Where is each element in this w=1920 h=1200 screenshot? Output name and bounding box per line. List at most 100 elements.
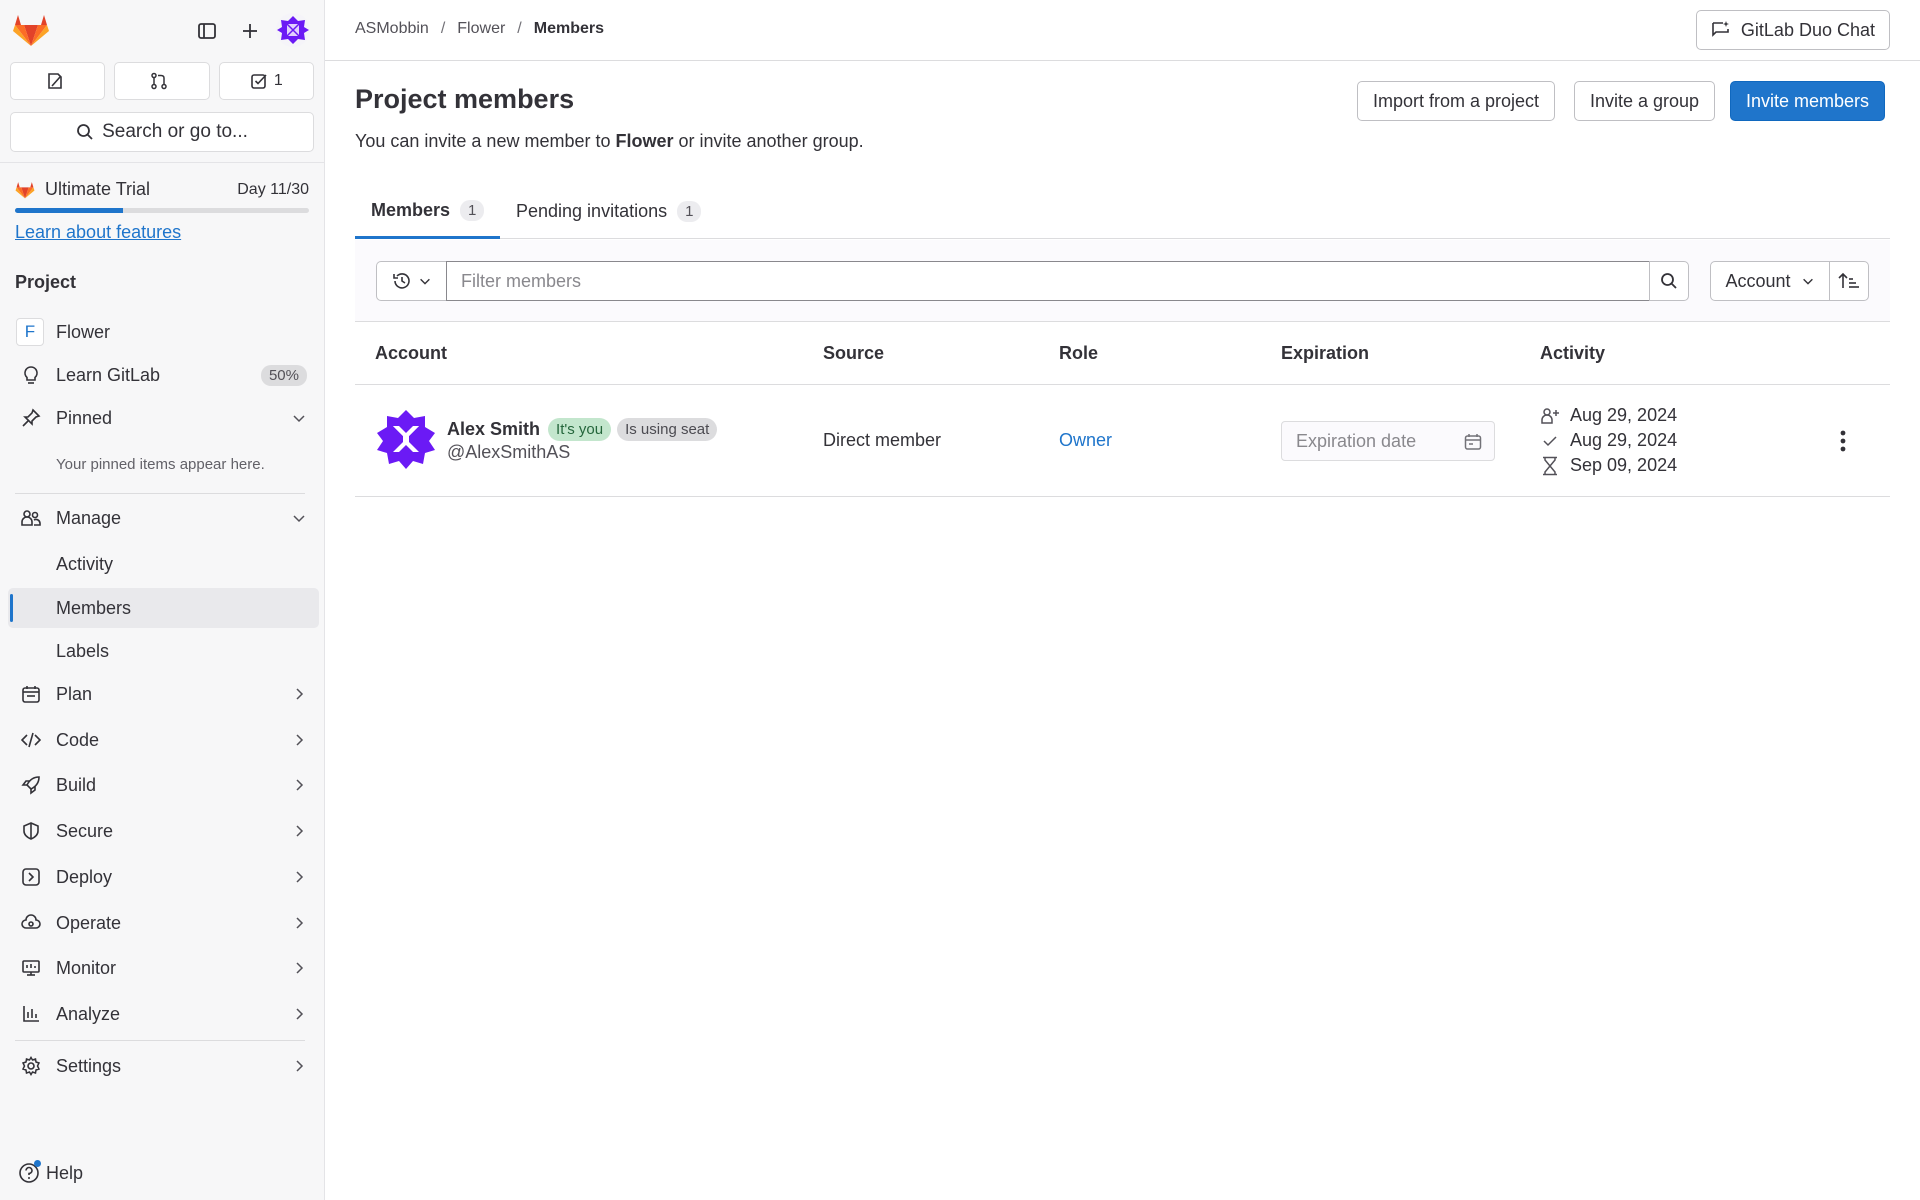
duo-chat-icon: [1711, 20, 1731, 40]
search-icon: [1660, 272, 1678, 290]
duo-chat-label: GitLab Duo Chat: [1740, 19, 1875, 40]
sidebar-item-learn-gitlab[interactable]: Learn GitLab 50%: [8, 355, 319, 395]
access-granted-date: Aug 29, 2024: [1570, 430, 1678, 450]
chevron-right-icon: [291, 823, 307, 839]
gitlab-duo-chat-button[interactable]: GitLab Duo Chat: [1695, 10, 1890, 50]
member-role-link[interactable]: Owner: [1059, 430, 1112, 451]
user-plus-icon: [1540, 407, 1560, 425]
page-title: Project members: [355, 84, 575, 114]
sidebar-item-activity[interactable]: Activity: [8, 544, 319, 584]
sidebar-item-label: Labels: [56, 640, 110, 661]
chevron-right-icon: [291, 732, 307, 748]
chevron-right-icon: [291, 869, 307, 885]
sidebar-item-flower[interactable]: F Flower: [8, 312, 319, 352]
sidebar-toggle-icon[interactable]: [189, 13, 225, 49]
sidebar-item-members[interactable]: Members: [8, 588, 319, 628]
tab-pending-invitations[interactable]: Pending invitations 1: [500, 184, 717, 239]
tab-count: 1: [677, 201, 702, 222]
divider: [15, 493, 305, 494]
tab-count: 1: [460, 199, 485, 221]
recent-searches-button[interactable]: [376, 261, 446, 301]
page-description-prefix: You can invite a new member to: [355, 131, 616, 151]
question-icon: [18, 1160, 41, 1184]
sidebar-item-code[interactable]: Code: [8, 720, 319, 760]
sidebar-item-plan[interactable]: Plan: [8, 674, 319, 714]
sidebar-item-label: Pinned: [56, 407, 113, 428]
chevron-down-icon: [291, 510, 307, 526]
its-you-badge: It's you: [548, 418, 612, 441]
sidebar-item-label: Plan: [56, 683, 93, 704]
filter-search-button[interactable]: [1649, 261, 1689, 301]
sidebar-item-operate[interactable]: Operate: [8, 903, 319, 943]
sidebar-item-pinned[interactable]: Pinned: [8, 398, 319, 438]
chevron-down-icon: [1801, 274, 1815, 288]
column-header-role: Role: [1059, 343, 1099, 363]
breadcrumb-group[interactable]: ASMobbin: [355, 20, 429, 38]
breadcrumb-current[interactable]: Members: [534, 20, 604, 38]
sidebar-item-manage[interactable]: Manage: [8, 498, 319, 538]
expiration-placeholder: Expiration date: [1296, 430, 1417, 451]
top-bar: ASMobbin / Flower / Members GitLab Duo C…: [325, 0, 1920, 61]
search-icon: [76, 123, 94, 141]
issues-count-button[interactable]: [10, 62, 106, 100]
last-activity-date: Sep 09, 2024: [1570, 455, 1678, 475]
members-table-header: Account Source Role Expiration Activity: [355, 323, 1890, 385]
invite-members-button[interactable]: Invite members: [1730, 81, 1886, 121]
column-header-activity: Activity: [1540, 343, 1606, 363]
sidebar-item-deploy[interactable]: Deploy: [8, 857, 319, 897]
search-button[interactable]: Search or go to...: [10, 112, 314, 152]
breadcrumb-project[interactable]: Flower: [457, 20, 505, 38]
sidebar-item-label: Code: [56, 729, 100, 750]
page-description: You can invite a new member to Flower or…: [355, 131, 864, 152]
notification-dot: [34, 1160, 41, 1167]
sidebar-item-settings[interactable]: Settings: [8, 1046, 319, 1086]
trial-progress-fill: [15, 208, 123, 213]
member-actions-kebab-icon[interactable]: [1823, 421, 1863, 461]
plus-icon[interactable]: [232, 13, 268, 49]
import-from-project-button[interactable]: Import from a project: [1357, 81, 1556, 121]
sidebar-item-analyze[interactable]: Analyze: [8, 994, 319, 1034]
trial-day: Day 11/30: [237, 180, 309, 198]
chevron-down-icon: [418, 274, 432, 288]
user-avatar-icon[interactable]: [276, 13, 310, 47]
todo-check-icon: [250, 72, 268, 90]
sidebar-item-build[interactable]: Build: [8, 765, 319, 805]
sort-by-dropdown[interactable]: Account: [1710, 261, 1830, 301]
breadcrumb: ASMobbin / Flower / Members: [355, 20, 604, 38]
sidebar-item-label: Learn GitLab: [56, 364, 161, 385]
tab-members[interactable]: Members 1: [355, 184, 501, 239]
filter-members-input[interactable]: [446, 261, 1650, 301]
cloud-gear-icon: [20, 912, 42, 934]
sort-by-label: Account: [1725, 270, 1791, 291]
monitor-icon: [20, 957, 42, 979]
calendar-icon: [1464, 433, 1482, 451]
gitlab-logo-icon[interactable]: [12, 13, 50, 47]
sort-direction-button[interactable]: [1829, 261, 1869, 301]
sidebar-item-secure[interactable]: Secure: [8, 811, 319, 851]
sidebar-item-label: Analyze: [56, 1003, 121, 1024]
avatar[interactable]: [375, 408, 437, 470]
help-button[interactable]: Help: [18, 1160, 83, 1184]
chevron-right-icon: [291, 915, 307, 931]
chevron-right-icon: [291, 777, 307, 793]
code-icon: [20, 729, 42, 751]
expiration-date-field[interactable]: Expiration date: [1281, 421, 1495, 461]
chevron-right-icon: [291, 1006, 307, 1022]
chart-icon: [20, 1003, 42, 1025]
check-icon: [1540, 432, 1560, 450]
page-description-suffix: or invite another group.: [673, 131, 864, 151]
sidebar-item-labels[interactable]: Labels: [8, 631, 319, 671]
invite-group-button[interactable]: Invite a group: [1574, 81, 1716, 121]
lightbulb-icon: [20, 364, 42, 386]
issues-icon: [46, 72, 64, 90]
merge-requests-count-button[interactable]: [114, 62, 210, 100]
trial-widget[interactable]: Ultimate Trial Day 11/30 Learn about fea…: [0, 162, 324, 262]
sidebar-item-label: Monitor: [56, 957, 117, 978]
learn-about-features-link[interactable]: Learn about features: [15, 222, 181, 243]
member-name[interactable]: Alex Smith: [447, 419, 540, 440]
todos-count-button[interactable]: 1: [218, 62, 314, 100]
sidebar-item-monitor[interactable]: Monitor: [8, 948, 319, 988]
using-seat-badge: Is using seat: [617, 418, 718, 441]
chevron-right-icon: [291, 1058, 307, 1074]
chevron-right-icon: [291, 686, 307, 702]
